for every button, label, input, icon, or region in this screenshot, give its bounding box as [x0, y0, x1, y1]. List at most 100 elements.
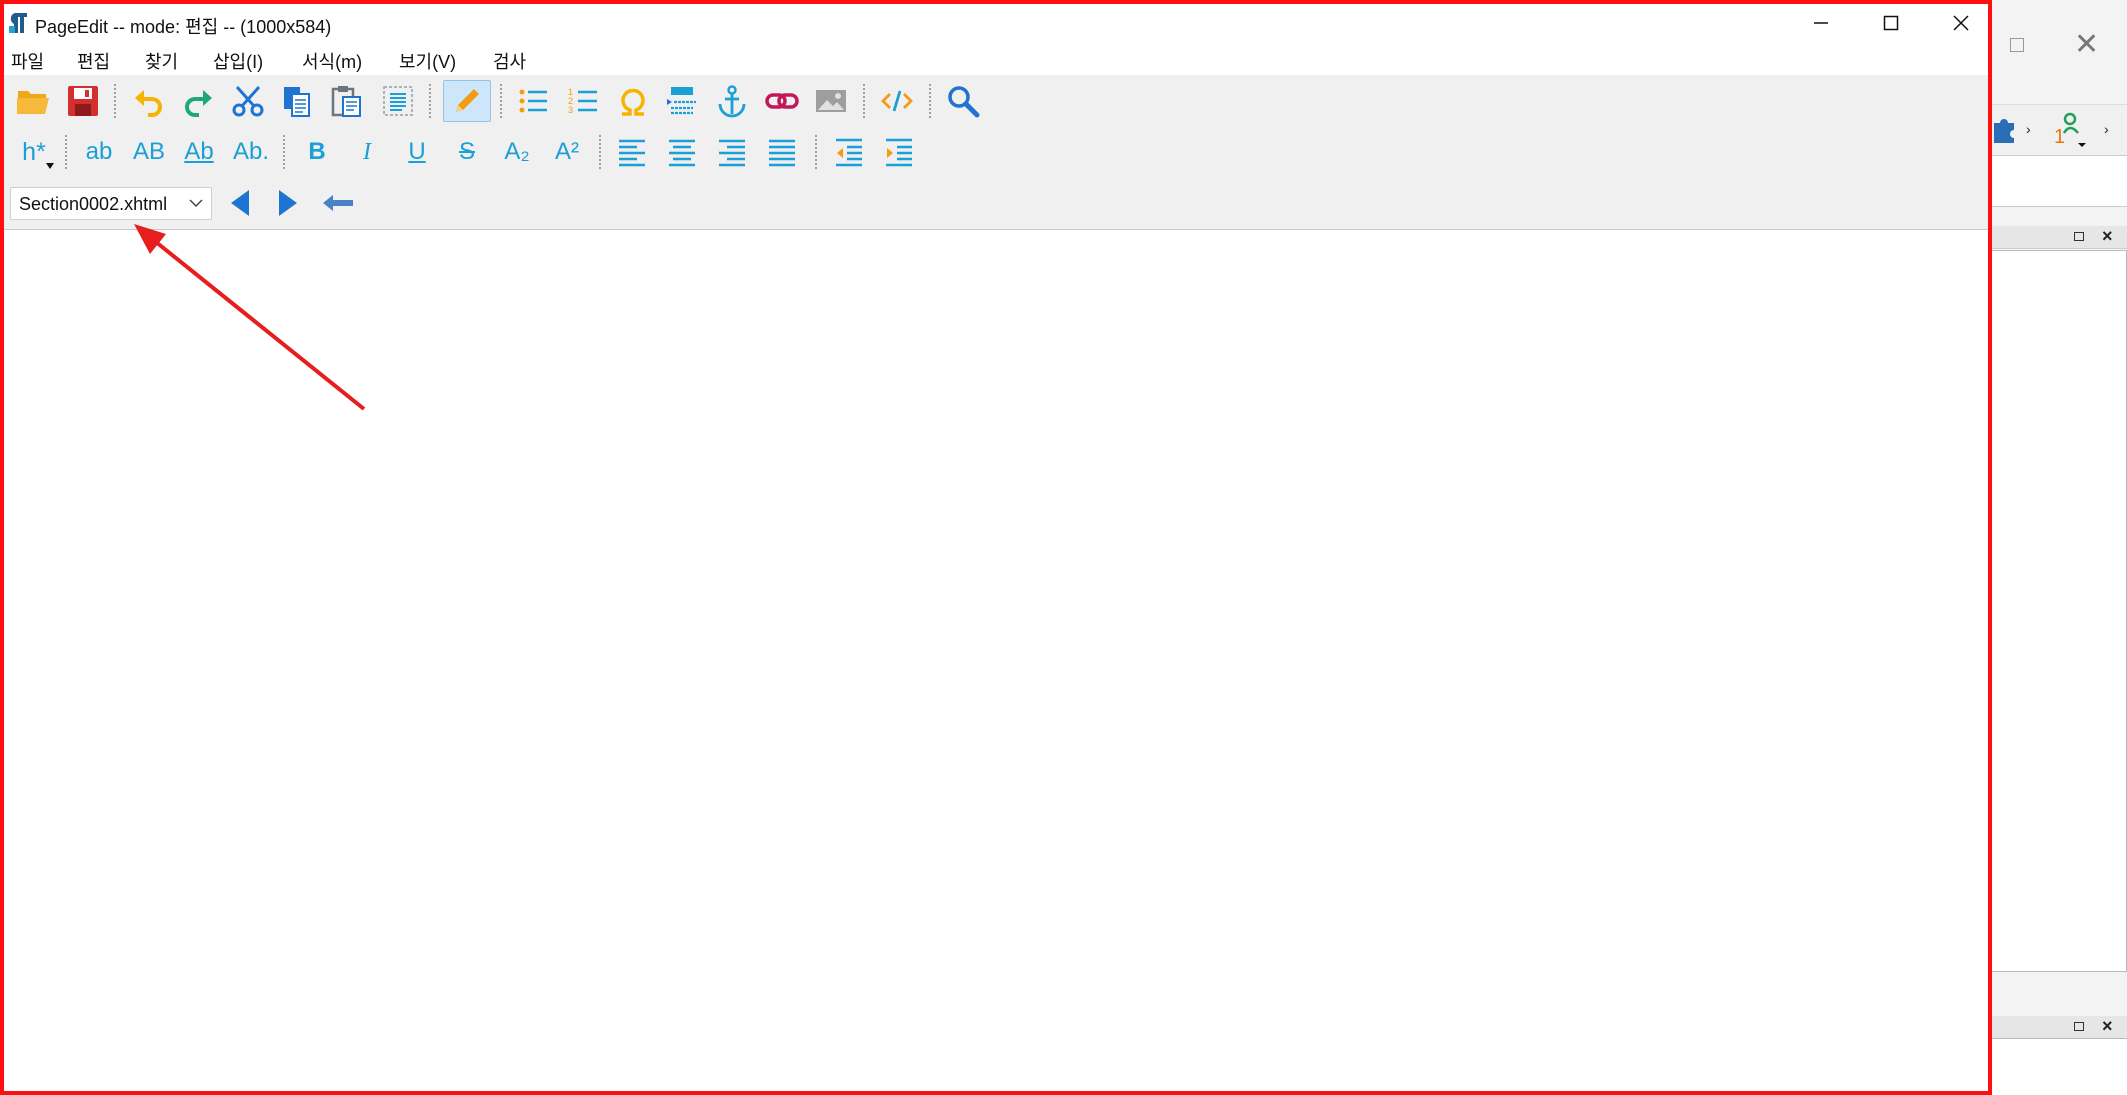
align-justify-icon — [769, 139, 795, 167]
pageedit-logo-icon — [9, 13, 27, 33]
bullet-list-icon — [519, 89, 547, 113]
decrease-indent-button[interactable] — [828, 131, 870, 173]
indent-icon — [886, 138, 912, 167]
minimize-icon — [1814, 22, 1828, 24]
chevron-down-icon — [189, 199, 203, 208]
chevron-right-icon[interactable]: › — [2104, 121, 2109, 137]
float-icon[interactable] — [2074, 1022, 2084, 1031]
uppercase-button[interactable]: AB — [127, 131, 171, 173]
select-all-icon — [383, 86, 413, 116]
code-view-button[interactable] — [876, 80, 918, 122]
numbered-list-icon: 1 2 3 — [568, 87, 597, 115]
cut-button[interactable] — [227, 80, 269, 122]
italic-button[interactable]: I — [345, 131, 389, 173]
maximize-icon[interactable] — [2010, 38, 2024, 52]
chapter-numbering-icon[interactable]: 1 — [2050, 109, 2090, 149]
menu-view[interactable]: 보기(V) — [399, 48, 456, 74]
menu-edit[interactable]: 편집 — [77, 48, 110, 74]
align-left-icon — [619, 139, 645, 167]
minimize-button[interactable] — [1786, 4, 1856, 42]
format-toolbar: h* ab AB Ab Ab. B I U S A₂ A² — [4, 126, 1988, 179]
insert-special-character-button[interactable] — [612, 80, 654, 122]
panel-body — [1990, 250, 2127, 972]
align-justify-button[interactable] — [761, 131, 803, 173]
menu-bar: 파일 편집 찾기 삽입(I) 서식(m) 보기(V) 검사 — [4, 43, 1988, 75]
insert-image-button[interactable] — [810, 80, 852, 122]
panel-header: × — [1990, 1016, 2127, 1038]
open-button[interactable] — [12, 80, 54, 122]
background-input — [1990, 155, 2127, 207]
save-button[interactable] — [62, 80, 104, 122]
menu-format[interactable]: 서식(m) — [302, 48, 362, 74]
title-bar: PageEdit -- mode: 편집 -- (1000x584) — [4, 4, 1988, 42]
background-toolbar: › 1 › — [1990, 104, 2127, 158]
bold-button[interactable]: B — [295, 131, 339, 173]
numbered-list-button[interactable]: 1 2 3 — [562, 80, 604, 122]
undo-button[interactable] — [128, 80, 170, 122]
insert-toc-button[interactable] — [661, 80, 703, 122]
maximize-button[interactable] — [1856, 4, 1926, 42]
align-right-button[interactable] — [711, 131, 753, 173]
menu-inspect[interactable]: 검사 — [493, 48, 526, 74]
pencil-icon — [456, 89, 479, 112]
toolbar-grip[interactable] — [499, 83, 503, 119]
table-of-contents-icon — [667, 87, 696, 115]
heading-style-label: h* — [22, 137, 46, 166]
annotation-arrow — [134, 224, 366, 411]
background-window: ✕ › 1 › × × — [1990, 0, 2127, 1095]
undo-icon — [135, 90, 162, 117]
svg-text:3: 3 — [568, 105, 573, 115]
toolbar-grip[interactable] — [113, 83, 117, 119]
underline-button[interactable]: U — [395, 131, 439, 173]
heading-style-button[interactable]: h* — [12, 131, 56, 173]
toolbar-grip[interactable] — [814, 134, 818, 170]
scissors-icon — [232, 85, 264, 117]
panel-header: × — [1990, 226, 2127, 249]
increase-indent-button[interactable] — [878, 131, 920, 173]
paste-button[interactable] — [326, 80, 368, 122]
edit-mode-button[interactable] — [443, 80, 491, 122]
bullet-list-button[interactable] — [512, 80, 554, 122]
menu-find[interactable]: 찾기 — [145, 48, 178, 74]
sentencecase-button[interactable]: Ab. — [227, 131, 275, 173]
align-left-button[interactable] — [611, 131, 653, 173]
toolbar-grip[interactable] — [282, 134, 286, 170]
subscript-button[interactable]: A₂ — [495, 131, 539, 173]
close-icon[interactable]: ✕ — [2074, 30, 2099, 60]
align-center-button[interactable] — [661, 131, 703, 173]
dropdown-arrow-icon — [46, 163, 54, 169]
titlecase-button[interactable]: Ab — [177, 131, 221, 173]
select-all-button[interactable] — [377, 80, 419, 122]
redo-button[interactable] — [177, 80, 219, 122]
toolbar-grip[interactable] — [64, 134, 68, 170]
redo-icon — [185, 90, 212, 117]
align-center-icon — [669, 139, 695, 167]
chevron-right-icon[interactable]: › — [2026, 121, 2031, 137]
superscript-button[interactable]: A² — [545, 131, 589, 173]
main-toolbar: 1 2 3 — [4, 75, 1988, 127]
paste-icon — [331, 86, 361, 117]
toolbar-grip[interactable] — [598, 134, 602, 170]
search-icon — [948, 86, 980, 118]
toolbar-grip[interactable] — [862, 83, 866, 119]
copy-button[interactable] — [276, 80, 318, 122]
strikethrough-button[interactable]: S — [445, 131, 489, 173]
toolbar-grip[interactable] — [428, 83, 432, 119]
lowercase-button[interactable]: ab — [77, 131, 121, 173]
insert-link-button[interactable] — [761, 80, 803, 122]
menu-file[interactable]: 파일 — [11, 48, 44, 74]
outdent-icon — [836, 138, 862, 167]
puzzle-icon[interactable] — [1992, 113, 2018, 143]
background-window-titlebar — [1990, 0, 2127, 68]
close-icon[interactable]: × — [2102, 226, 2113, 247]
toolbar-grip[interactable] — [928, 83, 932, 119]
search-button[interactable] — [942, 80, 984, 122]
float-icon[interactable] — [2074, 232, 2084, 241]
close-button[interactable] — [1926, 4, 1988, 42]
menu-insert[interactable]: 삽입(I) — [213, 48, 263, 74]
main-window: PageEdit -- mode: 편집 -- (1000x584) 파일 편집… — [0, 0, 1992, 1095]
insert-anchor-button[interactable] — [711, 80, 753, 122]
code-icon — [881, 90, 913, 112]
close-icon[interactable]: × — [2102, 1016, 2113, 1037]
save-icon — [68, 86, 98, 116]
